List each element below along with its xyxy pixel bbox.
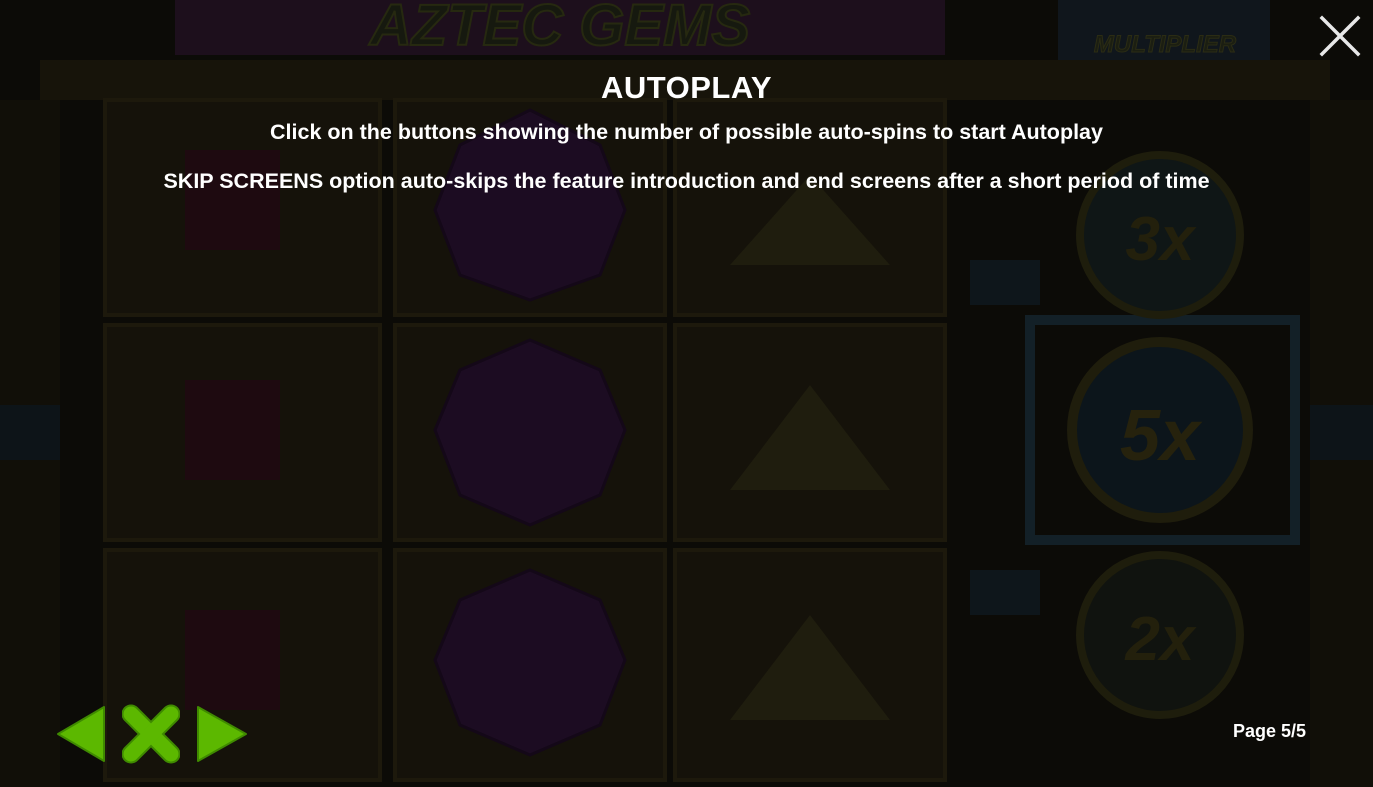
arrow-left-icon — [57, 706, 105, 762]
exit-help-button[interactable] — [121, 704, 181, 764]
multiplier-3x: 3x — [1126, 205, 1197, 274]
multiplier-wheel: 3x 5x 2x — [1067, 151, 1253, 719]
help-line-autoplay: Click on the buttons showing the number … — [270, 120, 1103, 144]
game-logo: AZTEC GEMS — [367, 0, 752, 59]
close-icon — [1319, 15, 1361, 57]
game-background: AZTEC GEMS MULTIPLIER 3x 5x 2x — [0, 0, 1373, 787]
close-button[interactable] — [1318, 14, 1362, 58]
multiplier-2x: 2x — [1125, 605, 1197, 674]
help-navigation — [56, 704, 248, 764]
arrow-right-icon — [197, 706, 247, 762]
multiplier-5x: 5x — [1120, 396, 1203, 476]
x-icon — [121, 704, 181, 764]
help-line-skip-screens: SKIP SCREENS option auto-skips the featu… — [163, 169, 1210, 193]
multiplier-banner: MULTIPLIER — [1094, 31, 1237, 58]
svg-text:AZTEC GEMS: AZTEC GEMS — [368, 0, 751, 58]
help-title: AUTOPLAY — [600, 70, 773, 105]
page-indicator: Page 5/5 — [1232, 721, 1306, 741]
prev-page-button[interactable] — [56, 704, 106, 764]
next-page-button[interactable] — [196, 704, 248, 764]
